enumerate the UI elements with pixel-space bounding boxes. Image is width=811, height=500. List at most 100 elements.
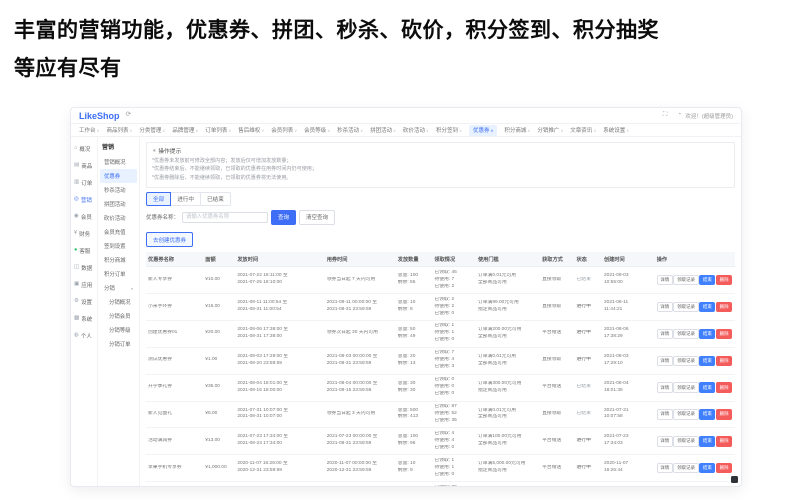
row-action-plain-button[interactable]: 详情 [656, 463, 673, 474]
nav-tab[interactable]: 工作台 ∨ [79, 126, 99, 135]
row-action-plain-button[interactable]: 领取记录 [673, 328, 699, 340]
sidebar-item-系统[interactable]: ▩ 系统 [71, 310, 97, 327]
row-action-danger-button[interactable]: 删除 [716, 382, 733, 393]
submenu-item-积分订单[interactable]: 积分订单 [100, 267, 137, 281]
sidebar-item-设置[interactable]: ⚙ 设置 [71, 293, 97, 310]
nav-tab[interactable]: 售后维权 ∨ [238, 126, 264, 135]
row-action-plain-button[interactable]: 领取记录 [673, 382, 699, 393]
row-action-plain-button[interactable]: 领取记录 [673, 463, 699, 474]
filter-tab-已结束[interactable]: 已结束 [200, 191, 231, 206]
nav-tab[interactable]: 商品列表 ∨ [106, 126, 132, 135]
row-action-primary-button[interactable]: 结束 [699, 409, 716, 420]
submenu-item-分销等级[interactable]: 分销等级 [100, 323, 137, 337]
nav-tab[interactable]: 积分商城 ∨ [504, 126, 530, 135]
sidebar-item-订单[interactable]: ▥ 订单 [71, 174, 97, 191]
row-action-plain-button[interactable]: 详情 [656, 382, 673, 393]
create-coupon-button[interactable]: 去创建优惠券 [146, 232, 194, 248]
submenu-item-积分商城[interactable]: 积分商城 [100, 253, 137, 267]
row-action-primary-button[interactable]: 结束 [699, 274, 716, 286]
row-action-plain-button[interactable]: 详情 [656, 301, 673, 313]
scroll-top-button[interactable] [731, 476, 738, 483]
nav-tab[interactable]: 砍价活动 ∨ [403, 126, 429, 135]
reset-button[interactable]: 清空查询 [299, 209, 336, 225]
row-action-plain-button[interactable]: 详情 [656, 436, 673, 447]
row-action-danger-button[interactable]: 删除 [716, 409, 733, 420]
filter-tab-全部[interactable]: 全部 [146, 191, 172, 206]
filter-tab-进行中[interactable]: 进行中 [170, 191, 201, 206]
sidebar-item-财务[interactable]: ¥ 财务 [71, 225, 97, 242]
row-action-danger-button[interactable]: 删除 [716, 355, 733, 366]
cell-qty: 总量: 20 剩余: 13 [395, 347, 433, 375]
row-action-plain-button[interactable]: 领取记录 [673, 355, 699, 366]
sidebar-item-概况[interactable]: ⌂ 概况 [71, 140, 97, 157]
row-action-plain-button[interactable]: 领取记录 [673, 436, 699, 447]
sidebar-item-个人[interactable]: ◍ 个人 [71, 327, 97, 344]
row-action-primary-button[interactable]: 结束 [699, 301, 716, 313]
table-row[interactable]: 小米手环券 ¥15.00 2021-08-11 11:00:54 至 2021-08-… [146, 293, 735, 321]
submenu-item-签到设置[interactable]: 签到设置 [100, 239, 137, 253]
row-action-danger-button[interactable]: 删除 [716, 274, 733, 286]
cell-use: 领券次日起 30 天内可用 [324, 320, 396, 348]
coupon-name-input[interactable] [182, 211, 269, 223]
submenu-item-拼团活动[interactable]: 拼团活动 [100, 197, 137, 211]
submenu-item-分销订单[interactable]: 分销订单 [100, 337, 137, 351]
cell-scope: 订单满200.00元可用 全部商品可用 [475, 320, 541, 348]
submenu-item-分销概况[interactable]: 分销概况 [100, 295, 137, 309]
table-row[interactable]: 测试优惠券 ¥1.00 2021-08-03 17:29:00 至 2021-08-2… [146, 347, 735, 375]
collapse-icon[interactable]: ∗ [152, 148, 156, 154]
nav-tab[interactable]: 秒杀活动 ∨ [337, 126, 363, 135]
sidebar-item-商品[interactable]: ▤ 商品 [71, 157, 97, 174]
row-action-danger-button[interactable]: 删除 [716, 328, 733, 340]
nav-tab[interactable]: 订单列表 ∨ [205, 126, 231, 135]
table-row[interactable]: 创建优惠券01 ¥20.00 2021-08-06 17:38:00 至 2021-0… [146, 320, 735, 348]
submenu-item-分销[interactable]: 分销 ▾ [100, 281, 137, 295]
row-action-plain-button[interactable]: 详情 [656, 409, 673, 420]
nav-tab[interactable]: 分销推广 ∨ [537, 126, 563, 135]
row-action-primary-button[interactable]: 结束 [699, 355, 716, 366]
sidebar-item-会员[interactable]: ◉ 会员 [71, 208, 97, 225]
nav-tab[interactable]: 品牌管理 ∨ [172, 126, 198, 135]
brand-logo[interactable]: LikeShop [79, 111, 120, 121]
submenu-item-会员充值[interactable]: 会员充值 [100, 225, 137, 239]
submenu-item-秒杀活动[interactable]: 秒杀活动 [100, 183, 137, 197]
nav-tab[interactable]: 分类管理 ∨ [139, 126, 165, 135]
query-button[interactable]: 查询 [271, 209, 297, 225]
table-row[interactable]: 活动满减券 ¥13.00 2021-07-23 17:34:00 至 2021-08-… [146, 427, 735, 456]
nav-tab[interactable]: 积分签到 ∨ [436, 126, 462, 135]
row-action-plain-button[interactable]: 领取记录 [673, 301, 699, 313]
row-action-danger-button[interactable]: 删除 [716, 463, 733, 474]
row-action-plain-button[interactable]: 详情 [656, 328, 673, 340]
nav-tab[interactable]: 会员列表 ∨ [271, 126, 297, 135]
row-action-plain-button[interactable]: 领取记录 [673, 274, 699, 286]
sidebar-item-客服[interactable]: ● 客服 [71, 242, 97, 259]
nav-tab[interactable]: 拼团活动 ∨ [370, 126, 396, 135]
row-action-primary-button[interactable]: 结束 [699, 436, 716, 447]
row-action-danger-button[interactable]: 删除 [716, 436, 733, 447]
submenu-item-砍价活动[interactable]: 砍价活动 [100, 211, 137, 225]
row-action-danger-button[interactable]: 删除 [716, 301, 733, 313]
sidebar-item-应用[interactable]: ▣ 应用 [71, 276, 97, 293]
table-row[interactable]: 新人专享券¥2.002020-10-31 17:27:00 至2020-11-3… [146, 481, 735, 486]
row-action-plain-button[interactable]: 领取记录 [673, 409, 699, 420]
row-action-primary-button[interactable]: 结束 [699, 382, 716, 393]
refresh-icon[interactable]: ⟳ [126, 112, 131, 119]
row-action-primary-button[interactable]: 结束 [699, 328, 716, 340]
table-row[interactable]: 开学季礼券 ¥35.00 2021-08-04 18:01:00 至 2021-08-… [146, 374, 735, 402]
table-row[interactable]: 苹果手机专享券 ¥1,000.00 2020-11-07 16:26:00 至 202… [146, 454, 735, 483]
row-action-plain-button[interactable]: 详情 [656, 274, 673, 286]
row-action-primary-button[interactable]: 结束 [699, 463, 716, 474]
sidebar-item-营销[interactable]: ◎ 营销 [71, 191, 97, 208]
nav-tab[interactable]: 系统设置 ∨ [603, 126, 629, 135]
nav-tab[interactable]: 会员等级 ∨ [304, 126, 330, 135]
nav-tab[interactable]: 优惠券 ∨ [468, 124, 498, 136]
row-action-plain-button[interactable]: 详情 [656, 355, 673, 366]
submenu-item-营销概况[interactable]: 营销概况 [100, 155, 137, 169]
submenu-item-分销会员[interactable]: 分销会员 [100, 309, 137, 323]
bell-icon[interactable]: ◔ [677, 112, 681, 119]
submenu-item-优惠券[interactable]: 优惠券 [100, 169, 137, 183]
table-row[interactable]: 新人见面礼 ¥5.00 2021-07-31 10:07:00 至 2021-08-3… [146, 401, 735, 429]
sidebar-item-数据[interactable]: ◫ 数据 [71, 259, 97, 276]
fullscreen-icon[interactable]: ⛶ [663, 112, 668, 119]
nav-tab[interactable]: 文章资讯 ∨ [570, 126, 596, 135]
table-row[interactable]: 新人专享券 ¥10.00 2021-07-22 18:11:00 至 2021-07-… [146, 266, 735, 295]
